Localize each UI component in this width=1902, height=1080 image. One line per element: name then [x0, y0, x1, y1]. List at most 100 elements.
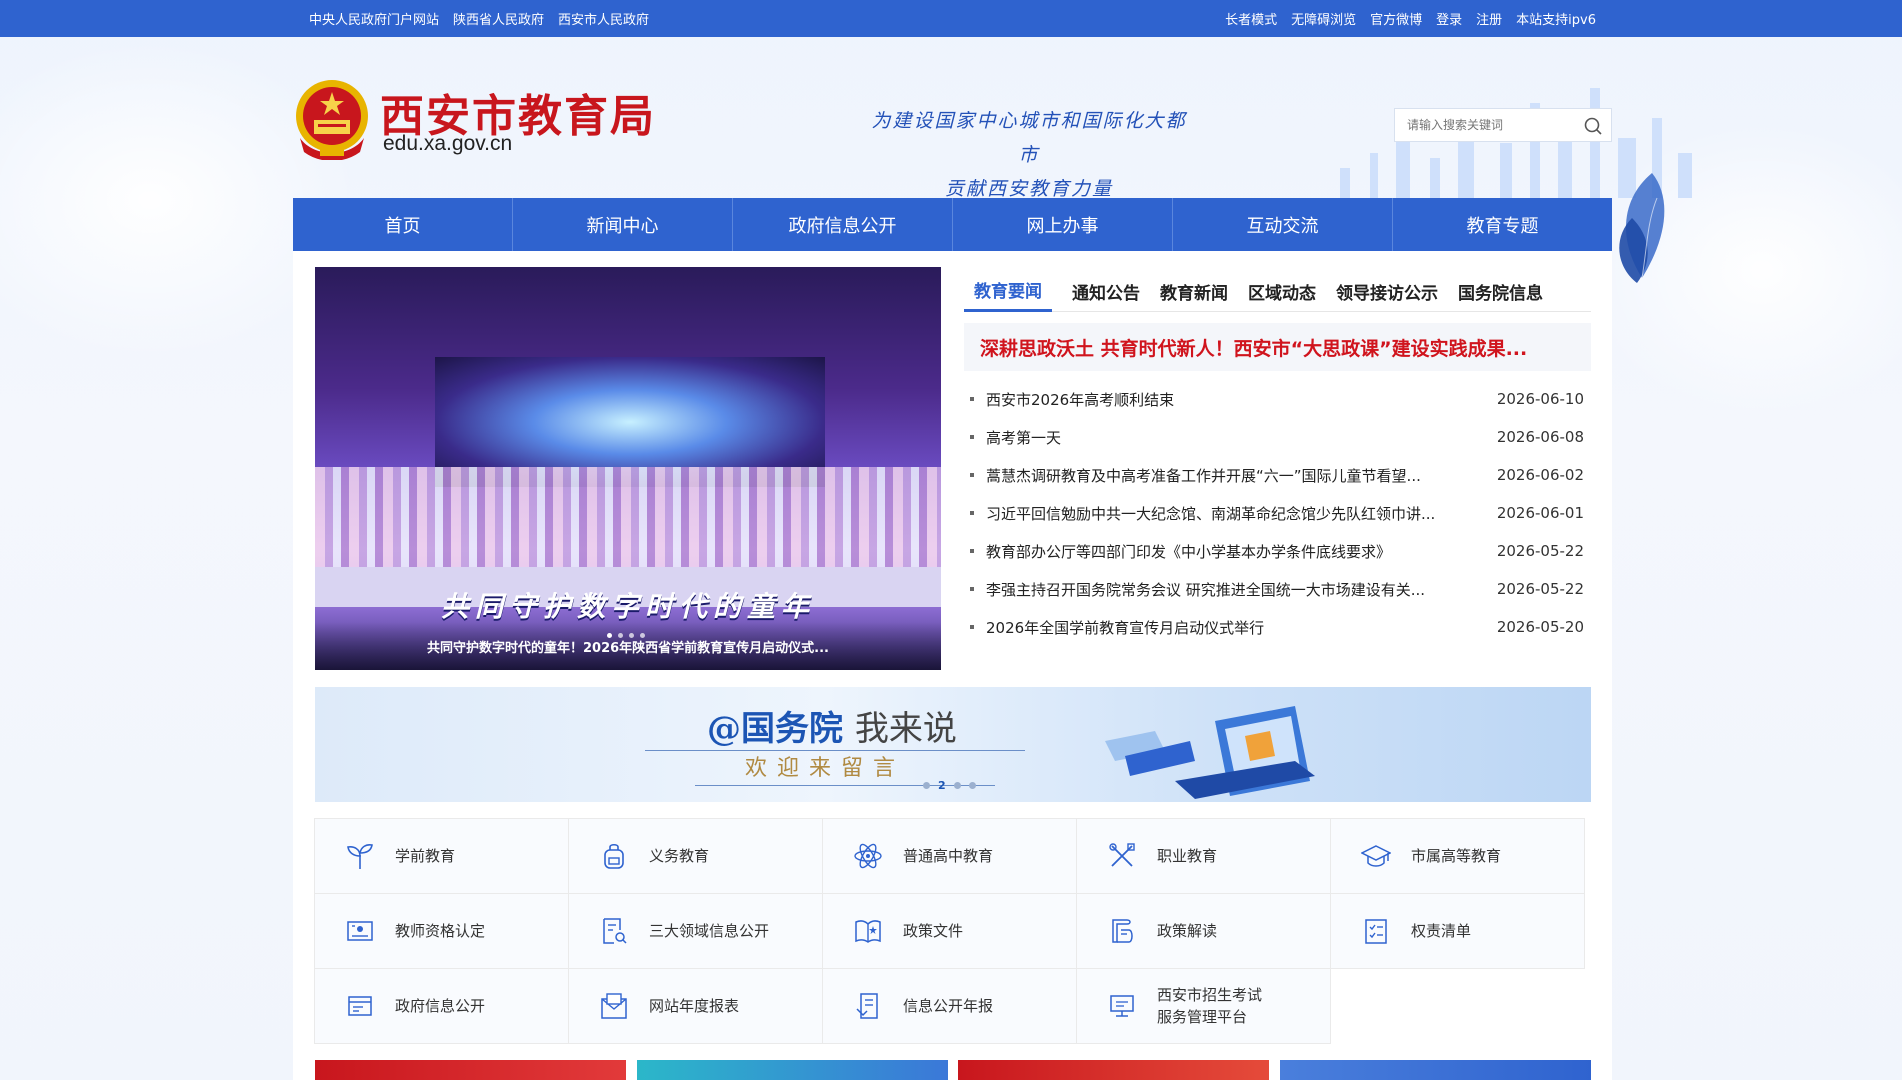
nav-news-center[interactable]: 新闻中心 [513, 198, 733, 251]
news-title[interactable]: 高考第一天 [986, 427, 1488, 448]
list-item[interactable]: 西安市2026年高考顺利结束 2026-06-10 [970, 380, 1584, 418]
news-tabs: 教育要闻 通知公告 教育新闻 区域动态 领导接访公示 国务院信息 [964, 270, 1591, 312]
service-high-school[interactable]: 普通高中教育 [822, 818, 1077, 894]
service-label: 信息公开年报 [903, 997, 994, 1015]
bottom-banner-2[interactable] [637, 1060, 948, 1080]
tab-leader-reception[interactable]: 领导接访公示 [1336, 270, 1438, 312]
service-three-domains[interactable]: 三大领域信息公开 [568, 893, 823, 969]
policy-book-icon [855, 920, 881, 943]
tools-icon [1109, 843, 1135, 867]
bullet-icon [970, 587, 974, 591]
news-title[interactable]: 2026年全国学前教育宣传月启动仪式举行 [986, 617, 1488, 638]
search-box [1394, 108, 1612, 142]
tab-state-council-info[interactable]: 国务院信息 [1458, 270, 1543, 312]
tab-edu-highlights[interactable]: 教育要闻 [964, 270, 1052, 312]
register-link[interactable]: 注册 [1476, 9, 1502, 28]
login-link[interactable]: 登录 [1436, 9, 1462, 28]
service-label: 网站年度报表 [649, 997, 740, 1015]
service-info-annual-report[interactable]: 信息公开年报 [822, 968, 1077, 1044]
banner-dot[interactable] [923, 782, 930, 789]
monitor-icon [1110, 995, 1134, 1017]
service-grid: 学前教育 义务教育 普通高中教育 职业教育 市属高等教育 教师资格认定 三大领域… [314, 818, 1585, 1045]
news-date: 2026-06-02 [1496, 466, 1584, 484]
service-vocational[interactable]: 职业教育 [1076, 818, 1331, 894]
accessibility-link[interactable]: 无障碍浏览 [1291, 9, 1356, 28]
laptop-illustration-icon [1105, 706, 1315, 799]
utility-links: 长者模式 无障碍浏览 官方微博 登录 注册 本站支持ipv6 [1225, 0, 1596, 37]
banner-dots: 2 [923, 779, 976, 792]
list-item[interactable]: 高考第一天 2026-06-08 [970, 418, 1584, 456]
service-teacher-cert[interactable]: 教师资格认定 [314, 893, 569, 969]
service-annual-web-report[interactable]: 网站年度报表 [568, 968, 823, 1044]
state-council-message-banner[interactable]: @国务院 我来说 欢迎来留言 2 [315, 687, 1591, 802]
banner-title-prefix: @国务院 [707, 709, 843, 749]
certificate-icon [347, 921, 373, 941]
tab-edu-news[interactable]: 教育新闻 [1160, 270, 1228, 312]
service-label: 政策文件 [903, 922, 964, 940]
tab-notices[interactable]: 通知公告 [1072, 270, 1140, 312]
news-title[interactable]: 蒿慧杰调研教育及中高考准备工作并开展“六一”国际儿童节看望... [986, 465, 1488, 486]
news-title[interactable]: 西安市2026年高考顺利结束 [986, 389, 1488, 410]
service-higher-edu[interactable]: 市属高等教育 [1330, 818, 1585, 894]
link-xian-gov[interactable]: 西安市人民政府 [558, 9, 649, 28]
report-icon [601, 993, 627, 1019]
nav-gov-info[interactable]: 政府信息公开 [733, 198, 953, 251]
service-label: 市属高等教育 [1411, 847, 1502, 865]
service-label: 政府信息公开 [395, 997, 486, 1015]
news-date: 2026-06-08 [1496, 428, 1584, 446]
national-emblem-icon[interactable] [294, 78, 370, 160]
service-gov-info-public[interactable]: 政府信息公开 [314, 968, 569, 1044]
list-item[interactable]: 习近平回信勉励中共一大纪念馆、南湖革命纪念馆少先队红领巾讲... 2026-06… [970, 494, 1584, 532]
list-item[interactable]: 2026年全国学前教育宣传月启动仪式举行 2026-05-20 [970, 608, 1584, 646]
banner-dot[interactable] [953, 782, 961, 789]
bottom-banner-1[interactable] [315, 1060, 626, 1080]
service-label: 权责清单 [1411, 922, 1472, 940]
news-date: 2026-06-10 [1496, 390, 1584, 408]
document-search-icon [603, 918, 627, 944]
main-nav: 首页 新闻中心 政府信息公开 网上办事 互动交流 教育专题 [293, 198, 1612, 251]
search-icon[interactable] [1583, 116, 1603, 136]
list-item[interactable]: 蒿慧杰调研教育及中高考准备工作并开展“六一”国际儿童节看望... 2026-06… [970, 456, 1584, 494]
nav-online-services[interactable]: 网上办事 [953, 198, 1173, 251]
service-compulsory[interactable]: 义务教育 [568, 818, 823, 894]
carousel-caption[interactable]: 共同守护数字时代的童年！2026年陕西省学前教育宣传月启动仪式... [315, 637, 941, 656]
headline-link[interactable]: 深耕思政沃土 共育时代新人！西安市“大思政课”建设实践成果... [964, 323, 1591, 371]
service-preschool[interactable]: 学前教育 [314, 818, 569, 894]
service-responsibility-list[interactable]: 权责清单 [1330, 893, 1585, 969]
search-input[interactable] [1407, 118, 1577, 132]
atom-icon [854, 843, 882, 869]
nav-interaction[interactable]: 互动交流 [1173, 198, 1393, 251]
bottom-banner-3[interactable] [958, 1060, 1269, 1080]
nav-edu-topics[interactable]: 教育专题 [1393, 198, 1612, 251]
service-label: 学前教育 [395, 847, 456, 865]
bottom-banner-4[interactable] [1280, 1060, 1591, 1080]
backpack-icon [604, 843, 624, 869]
bullet-icon [970, 511, 974, 515]
graduation-cap-icon [1361, 845, 1391, 867]
service-label: 三大领域信息公开 [649, 922, 770, 940]
weibo-link[interactable]: 官方微博 [1370, 9, 1422, 28]
link-shaanxi-gov[interactable]: 陕西省人民政府 [453, 9, 544, 28]
news-title[interactable]: 习近平回信勉励中共一大纪念馆、南湖革命纪念馆少先队红领巾讲... [986, 503, 1488, 524]
news-title[interactable]: 教育部办公厅等四部门印发《中小学基本办学条件底线要求》 [986, 541, 1488, 562]
bullet-icon [970, 549, 974, 553]
list-item[interactable]: 教育部办公厅等四部门印发《中小学基本办学条件底线要求》 2026-05-22 [970, 532, 1584, 570]
tab-regional-news[interactable]: 区域动态 [1248, 270, 1316, 312]
list-item[interactable]: 李强主持召开国务院常务会议 研究推进全国统一大市场建设有关... 2026-05… [970, 570, 1584, 608]
nav-home[interactable]: 首页 [293, 198, 513, 251]
checklist-icon [1365, 919, 1387, 944]
news-title[interactable]: 李强主持召开国务院常务会议 研究推进全国统一大市场建设有关... [986, 579, 1488, 600]
service-exam-platform[interactable]: 西安市招生考试服务管理平台 [1076, 968, 1331, 1044]
service-label: 职业教育 [1157, 847, 1218, 865]
service-policy-docs[interactable]: 政策文件 [822, 893, 1077, 969]
news-carousel[interactable]: 共同守护数字时代的童年 共同守护数字时代的童年！2026年陕西省学前教育宣传月启… [315, 267, 941, 670]
bullet-icon [970, 435, 974, 439]
top-utility-bar: 中央人民政府门户网站 陕西省人民政府 西安市人民政府 长者模式 无障碍浏览 官方… [0, 0, 1902, 37]
service-policy-interpretation[interactable]: 政策解读 [1076, 893, 1331, 969]
interpretation-icon [1112, 919, 1133, 943]
banner-page-indicator[interactable]: 2 [938, 779, 946, 792]
elder-mode-link[interactable]: 长者模式 [1225, 9, 1277, 28]
banner-dot[interactable] [968, 782, 976, 789]
link-central-gov[interactable]: 中央人民政府门户网站 [309, 9, 439, 28]
ipv6-link[interactable]: 本站支持ipv6 [1516, 9, 1596, 28]
